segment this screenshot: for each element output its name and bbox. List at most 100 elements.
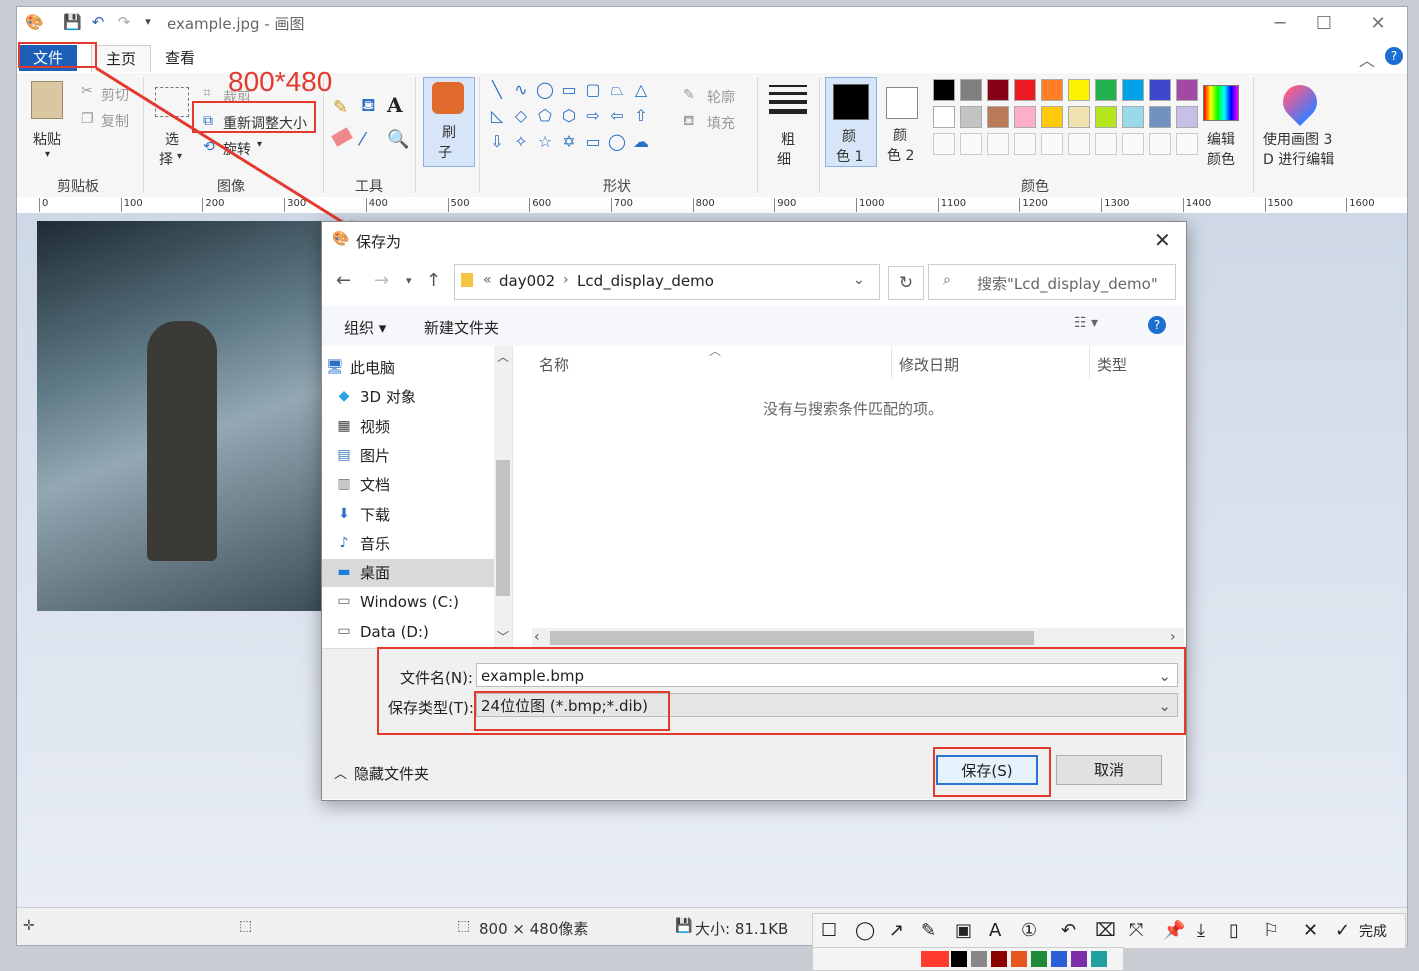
chevron-up-icon[interactable]: ︿: [334, 763, 347, 782]
mosaic-tool-icon[interactable]: ▣: [955, 920, 972, 941]
scroll-left-icon[interactable]: ‹: [534, 629, 540, 645]
check-icon[interactable]: ✓: [1335, 920, 1350, 941]
screenshot-color-swatch[interactable]: [921, 951, 949, 967]
nav-item-label: 文档: [360, 476, 391, 495]
screenshot-color-swatch[interactable]: [971, 951, 987, 967]
nav-item-label: 音乐: [360, 534, 391, 553]
nav-item-label: 视频: [360, 417, 391, 436]
paint-app-icon: 🎨: [332, 231, 350, 247]
screenshot-toolbar: ☐ ◯ ↗ ✎ ▣ A ① ↶ ⌧ ⤧ 📌 ⤓ ▯ ⚐ ✕ ✓ 完成: [812, 913, 1406, 971]
nav-item[interactable]: ♪ 音乐: [340, 530, 494, 558]
sort-indicator-icon: ︿: [709, 344, 722, 358]
column-name-header[interactable]: 名称: [539, 354, 569, 375]
done-button[interactable]: 完成: [1359, 921, 1387, 941]
nav-item-label: 图片: [360, 446, 391, 465]
nav-item[interactable]: ◆ 3D 对象: [339, 383, 494, 411]
back-icon[interactable]: ←: [336, 270, 351, 291]
bookmark-icon[interactable]: ⚐: [1263, 920, 1279, 941]
download-icon[interactable]: ⤓: [1197, 920, 1205, 941]
nav-item[interactable]: ▦ 视频: [337, 413, 494, 441]
pen-tool-icon[interactable]: ✎: [921, 920, 936, 941]
scroll-up-icon[interactable]: ︿: [497, 348, 509, 365]
download-icon: ⬇: [338, 505, 350, 522]
navigation-list: 🖥 此电脑 ◆ 3D 对象 ▦ 视频 ▤ 图片 ▥ 文档 ⬇ 下载 ♪ 音乐 ▬ 桌面 ▭ Windows (C:…: [322, 354, 494, 646]
screenshot-color-row: [812, 947, 1124, 971]
up-folder-icon[interactable]: ↑: [426, 270, 441, 291]
nav-scrollbar[interactable]: ︿ ﹀: [494, 346, 512, 648]
screenshot-color-swatch[interactable]: [1071, 951, 1087, 967]
breadcrumb-lcd-display-demo[interactable]: Lcd_display_demo: [577, 272, 714, 290]
desktop-icon: ▬: [337, 564, 351, 581]
hide-folders-toggle[interactable]: 隐藏文件夹: [354, 763, 429, 784]
close-icon[interactable]: ✕: [1303, 920, 1318, 941]
dialog-close-icon[interactable]: ✕: [1154, 228, 1171, 252]
drive-icon: ▭: [337, 622, 351, 639]
screenshot-color-swatch[interactable]: [1011, 951, 1027, 967]
screenshot-color-swatch[interactable]: [1091, 951, 1107, 967]
breadcrumb-separator: ›: [563, 272, 569, 288]
screenshot-color-swatch[interactable]: [951, 951, 967, 967]
phone-icon[interactable]: ▯: [1229, 920, 1239, 941]
nav-item[interactable]: ⬇ 下载: [338, 501, 494, 529]
breadcrumb-day002[interactable]: day002: [499, 272, 555, 290]
folder-icon: [461, 273, 473, 287]
screenshot-color-swatch[interactable]: [1031, 951, 1047, 967]
nav-item[interactable]: 🖥 此电脑: [326, 354, 484, 382]
rectangle-tool-icon[interactable]: ☐: [821, 920, 837, 941]
cube-icon: ◆: [338, 388, 350, 405]
screenshot-color-swatch[interactable]: [991, 951, 1007, 967]
drive-icon: ▭: [337, 593, 351, 610]
navigation-pane: 🖥 此电脑 ◆ 3D 对象 ▦ 视频 ▤ 图片 ▥ 文档 ⬇ 下载 ♪ 音乐 ▬ 桌面 ▭ Windows (C:…: [322, 346, 512, 648]
video-icon: ▦: [337, 417, 351, 434]
address-dropdown-icon[interactable]: ⌄: [853, 272, 865, 288]
scroll-right-icon[interactable]: ›: [1170, 629, 1176, 645]
nav-scroll-thumb[interactable]: [496, 460, 510, 596]
column-type-header[interactable]: 类型: [1097, 354, 1127, 375]
picture-icon: ▤: [337, 446, 351, 463]
refresh-icon[interactable]: ↻: [888, 266, 924, 300]
nav-item[interactable]: ▬ 桌面: [322, 559, 494, 588]
cancel-button[interactable]: 取消: [1056, 755, 1162, 785]
view-options-icon[interactable]: ☷ ▾: [1074, 315, 1098, 331]
long-screenshot-icon[interactable]: ⤧: [1129, 920, 1143, 941]
nav-item[interactable]: ▤ 图片: [337, 442, 494, 470]
nav-item-label: 下载: [360, 505, 391, 524]
save-button-highlight: [933, 747, 1051, 797]
pin-icon[interactable]: 📌: [1163, 920, 1185, 941]
scroll-down-icon[interactable]: ﹀: [497, 628, 509, 645]
ocr-icon[interactable]: ⌧: [1095, 920, 1116, 941]
recent-locations-icon[interactable]: ▾: [406, 274, 412, 287]
nav-item-label: 桌面: [360, 564, 391, 583]
forward-icon[interactable]: →: [374, 270, 389, 291]
new-folder-button[interactable]: 新建文件夹: [424, 317, 499, 338]
nav-item-label: Windows (C:): [360, 593, 459, 612]
file-list-hscrollbar[interactable]: ‹ ›: [532, 628, 1184, 648]
nav-item-label: Data (D:): [360, 622, 429, 641]
hscroll-thumb[interactable]: [550, 631, 1034, 645]
nav-item[interactable]: ▥ 文档: [337, 471, 494, 499]
number-tool-icon[interactable]: ①: [1021, 920, 1037, 941]
arrow-tool-icon[interactable]: ↗: [889, 920, 904, 941]
search-box[interactable]: ⌕ 搜索"Lcd_display_demo": [928, 264, 1176, 300]
nav-item-label: 此电脑: [350, 359, 396, 377]
column-divider: [891, 346, 892, 378]
undo-icon[interactable]: ↶: [1061, 920, 1076, 941]
nav-item[interactable]: ▭ Windows (C:): [337, 588, 494, 616]
organize-button[interactable]: 组织 ▾: [344, 317, 386, 338]
search-placeholder: 搜索"Lcd_display_demo": [977, 275, 1158, 293]
column-date-header[interactable]: 修改日期: [899, 354, 959, 375]
ellipse-tool-icon[interactable]: ◯: [855, 920, 875, 941]
screenshot-palette: [921, 950, 1121, 968]
breadcrumb-overflow[interactable]: «: [483, 272, 492, 288]
nav-item[interactable]: ▭ Data (D:): [337, 618, 494, 646]
screenshot-tools-row: ☐ ◯ ↗ ✎ ▣ A ① ↶ ⌧ ⤧ 📌 ⤓ ▯ ⚐ ✕ ✓ 完成: [812, 913, 1406, 949]
filetype-highlight: [474, 691, 670, 731]
music-icon: ♪: [339, 534, 349, 551]
file-list-view[interactable]: ︿ 名称 修改日期 类型 没有与搜索条件匹配的项。: [512, 344, 1185, 648]
empty-message: 没有与搜索条件匹配的项。: [763, 400, 944, 418]
text-tool-icon[interactable]: A: [989, 920, 1001, 941]
address-bar[interactable]: « day002 › Lcd_display_demo ⌄: [454, 264, 880, 300]
screenshot-color-swatch[interactable]: [1051, 951, 1067, 967]
column-divider: [1089, 346, 1090, 378]
help-icon[interactable]: ?: [1148, 316, 1166, 334]
